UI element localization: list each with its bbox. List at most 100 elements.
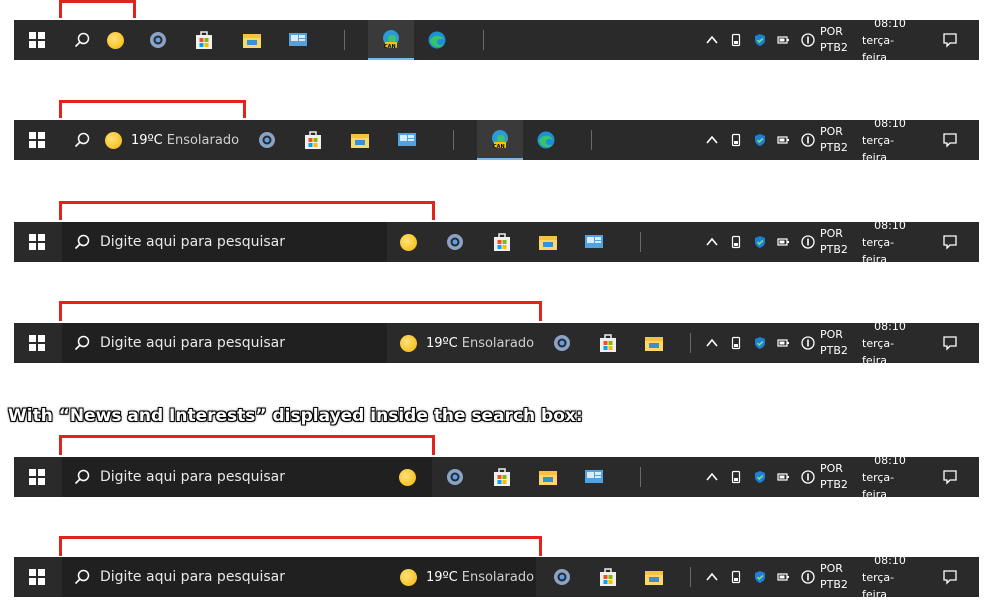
notification-icon[interactable] (939, 323, 961, 363)
clock[interactable]: 08:10 terça-feira (862, 320, 918, 367)
windows-start-icon[interactable] (26, 222, 48, 262)
language-indicator[interactable]: POR PTB2 (820, 557, 848, 597)
file-explorer-icon[interactable] (240, 20, 264, 60)
edge-canary-icon[interactable]: CAN (477, 120, 523, 160)
onedrive-alert-icon[interactable] (796, 20, 820, 60)
weather-widget[interactable]: 19ºC Ensolarado (105, 120, 239, 160)
onedrive-alert-icon[interactable] (796, 323, 820, 363)
file-explorer-icon[interactable] (536, 457, 560, 497)
onedrive-alert-icon[interactable] (796, 557, 820, 597)
settings-gear-icon[interactable] (550, 557, 574, 597)
file-explorer-icon[interactable] (642, 323, 666, 363)
chevron-up-icon[interactable] (700, 457, 724, 497)
onedrive-alert-icon[interactable] (796, 120, 820, 160)
search-icon[interactable] (72, 20, 92, 60)
battery-icon[interactable] (724, 323, 748, 363)
language-indicator[interactable]: POR PTB2 (820, 323, 848, 363)
network-icon[interactable] (772, 457, 796, 497)
file-explorer-icon[interactable] (348, 120, 372, 160)
clock[interactable]: 08:10 terça-feira (862, 219, 918, 266)
battery-icon[interactable] (724, 120, 748, 160)
network-icon[interactable] (772, 323, 796, 363)
lang-code: POR (820, 562, 843, 575)
microsoft-store-icon[interactable] (490, 457, 514, 497)
language-indicator[interactable]: POR PTB2 (820, 222, 848, 262)
search-icon[interactable] (72, 120, 92, 160)
defender-shield-icon[interactable] (748, 120, 772, 160)
network-icon[interactable] (772, 222, 796, 262)
chevron-up-icon[interactable] (700, 323, 724, 363)
chevron-up-icon[interactable] (700, 222, 724, 262)
file-explorer-icon[interactable] (642, 557, 666, 597)
weather-sun-icon[interactable] (398, 222, 418, 262)
clock[interactable]: 08:10 terça-feira (862, 117, 918, 164)
search-box[interactable]: Digite aqui para pesquisar (62, 222, 387, 262)
clock[interactable]: 08:10 terça-feira (862, 454, 918, 501)
windows-start-icon[interactable] (26, 323, 48, 363)
chevron-up-icon[interactable] (700, 20, 724, 60)
notification-icon[interactable] (939, 222, 961, 262)
network-icon[interactable] (772, 120, 796, 160)
network-icon[interactable] (772, 20, 796, 60)
edge-icon[interactable] (425, 20, 449, 60)
search-box[interactable]: Digite aqui para pesquisar 19ºC Ensolarad… (62, 557, 536, 597)
taskbar-separator (640, 232, 641, 252)
file-explorer-icon[interactable] (536, 222, 560, 262)
settings-gear-icon[interactable] (255, 120, 279, 160)
clock[interactable]: 08:10 terça-feira (862, 554, 918, 601)
defender-shield-icon[interactable] (748, 323, 772, 363)
windows-start-icon[interactable] (26, 120, 48, 160)
edge-icon[interactable] (534, 120, 558, 160)
settings-gear-icon[interactable] (550, 323, 574, 363)
control-panel-icon[interactable] (582, 222, 606, 262)
microsoft-store-icon[interactable] (192, 20, 216, 60)
defender-shield-icon[interactable] (748, 222, 772, 262)
lang-code: POR (820, 462, 843, 475)
microsoft-store-icon[interactable] (596, 323, 620, 363)
notification-icon[interactable] (939, 20, 961, 60)
network-icon[interactable] (772, 557, 796, 597)
day-text: terça-feira (862, 336, 895, 367)
language-indicator[interactable]: POR PTB2 (820, 20, 848, 60)
chevron-up-icon[interactable] (700, 557, 724, 597)
notification-icon[interactable] (939, 557, 961, 597)
microsoft-store-icon[interactable] (301, 120, 325, 160)
microsoft-store-icon[interactable] (490, 222, 514, 262)
notification-icon[interactable] (939, 120, 961, 160)
control-panel-icon[interactable] (395, 120, 419, 160)
settings-gear-icon[interactable] (443, 222, 467, 262)
weather-temp: 19ºC (426, 569, 458, 585)
day-text: terça-feira (862, 470, 895, 501)
control-panel-icon[interactable] (582, 457, 606, 497)
language-indicator[interactable]: POR PTB2 (820, 120, 848, 160)
weather-widget[interactable]: 19ºC Ensolarado (400, 323, 534, 363)
defender-shield-icon[interactable] (748, 457, 772, 497)
battery-icon[interactable] (724, 222, 748, 262)
defender-shield-icon[interactable] (748, 557, 772, 597)
windows-start-icon[interactable] (26, 457, 48, 497)
defender-shield-icon[interactable] (748, 20, 772, 60)
edge-canary-icon[interactable]: CAN (368, 20, 414, 60)
search-box[interactable]: Digite aqui para pesquisar (62, 457, 432, 497)
notification-icon[interactable] (939, 457, 961, 497)
search-box[interactable]: Digite aqui para pesquisar (62, 323, 387, 363)
onedrive-alert-icon[interactable] (796, 457, 820, 497)
settings-gear-icon[interactable] (146, 20, 170, 60)
battery-icon[interactable] (724, 20, 748, 60)
microsoft-store-icon[interactable] (596, 557, 620, 597)
windows-start-icon[interactable] (26, 20, 48, 60)
battery-icon[interactable] (724, 557, 748, 597)
weather-sun-icon[interactable] (105, 20, 125, 60)
windows-start-icon[interactable] (26, 557, 48, 597)
search-placeholder: Digite aqui para pesquisar (100, 569, 286, 585)
control-panel-icon[interactable] (286, 20, 310, 60)
clock[interactable]: 08:10 terça-feira (862, 17, 918, 64)
battery-icon[interactable] (724, 457, 748, 497)
section-caption: With “News and Interests” displayed insi… (8, 406, 583, 426)
chevron-up-icon[interactable] (700, 120, 724, 160)
settings-gear-icon[interactable] (443, 457, 467, 497)
weather-widget[interactable]: 19ºC Ensolarado (400, 557, 534, 597)
language-indicator[interactable]: POR PTB2 (820, 457, 848, 497)
weather-sun-icon[interactable] (399, 457, 416, 497)
onedrive-alert-icon[interactable] (796, 222, 820, 262)
